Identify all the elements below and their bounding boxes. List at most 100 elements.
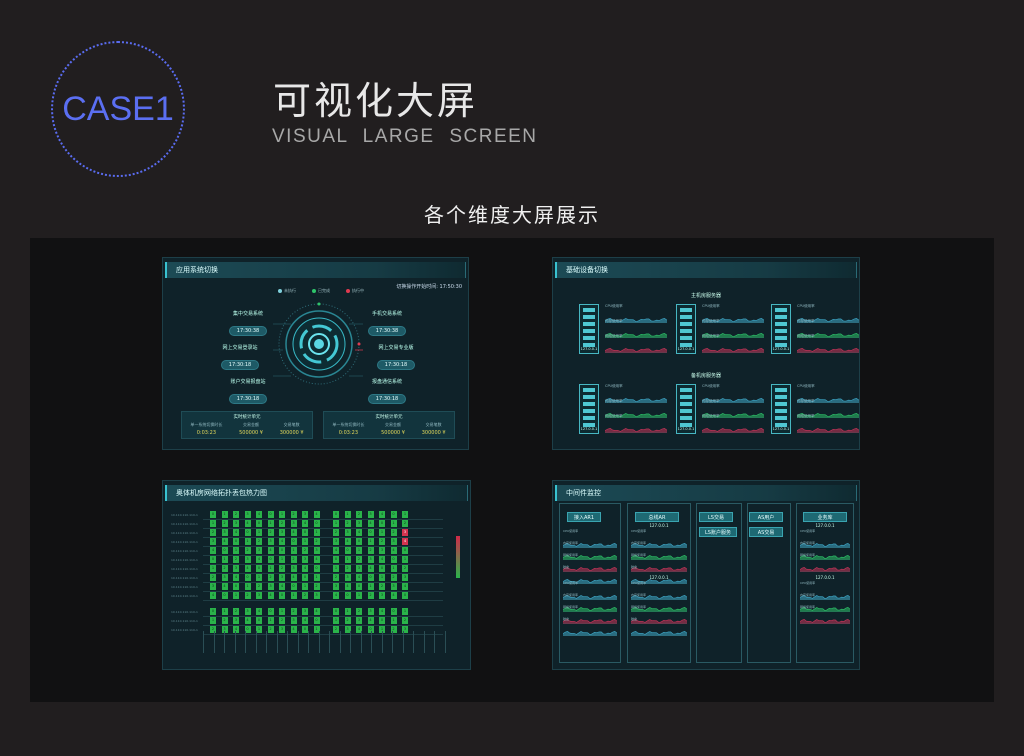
heatmap-cell[interactable]: 0 bbox=[379, 565, 385, 572]
heatmap-cell[interactable]: 3 bbox=[302, 608, 308, 615]
heatmap-cell[interactable]: 0 bbox=[344, 547, 351, 554]
heatmap-cell[interactable]: 0 bbox=[379, 617, 385, 624]
heatmap-cell[interactable]: 1 bbox=[344, 608, 351, 615]
heatmap-cell[interactable]: 4 bbox=[267, 592, 274, 599]
heatmap-cell[interactable]: 3 bbox=[367, 556, 374, 563]
heatmap-cell[interactable]: 3 bbox=[210, 583, 216, 590]
heatmap-cell[interactable]: 4 bbox=[356, 574, 362, 581]
heatmap-cell[interactable]: 1 bbox=[233, 592, 239, 599]
heatmap-cell[interactable]: 1 bbox=[333, 565, 339, 572]
heatmap-cell[interactable]: 3 bbox=[279, 574, 285, 581]
heatmap-cell[interactable]: 2 bbox=[267, 529, 274, 536]
heatmap-cell[interactable]: 3 bbox=[256, 592, 262, 599]
heatmap-cell[interactable]: 2 bbox=[233, 511, 239, 518]
heatmap-cell[interactable]: 2 bbox=[279, 617, 285, 624]
heatmap-cell[interactable]: 0 bbox=[279, 547, 285, 554]
heatmap-cell[interactable]: 0 bbox=[256, 520, 262, 527]
server-rack-icon[interactable]: 127.0.0.1 bbox=[676, 304, 696, 354]
heatmap-cell[interactable]: 1 bbox=[221, 556, 228, 563]
heatmap-cell[interactable]: 0 bbox=[356, 538, 362, 545]
heatmap-cell[interactable]: 4 bbox=[313, 511, 320, 518]
heatmap-cell[interactable]: 2 bbox=[290, 511, 297, 518]
heatmap-cell[interactable]: 2 bbox=[221, 520, 228, 527]
heatmap-cell[interactable]: 0 bbox=[333, 556, 339, 563]
heatmap-cell[interactable]: 2 bbox=[402, 565, 408, 572]
mw-button-ls-trade[interactable]: LS交易 bbox=[699, 512, 733, 522]
heatmap-cell[interactable]: 4 bbox=[390, 592, 397, 599]
heatmap-cell[interactable]: 4 bbox=[244, 520, 251, 527]
heatmap-cell[interactable]: 1 bbox=[267, 565, 274, 572]
heatmap-cell[interactable]: 4 bbox=[233, 529, 239, 536]
heatmap-cell[interactable]: 4 bbox=[256, 608, 262, 615]
heatmap-cell[interactable]: 4 bbox=[344, 538, 351, 545]
heatmap-cell[interactable]: 1 bbox=[379, 529, 385, 536]
heatmap-cell[interactable]: 1 bbox=[210, 617, 216, 624]
heatmap-cell[interactable]: 3 bbox=[333, 583, 339, 590]
heatmap-cell[interactable]: 0 bbox=[210, 608, 216, 615]
heatmap-cell[interactable]: 3 bbox=[221, 574, 228, 581]
heatmap-cell[interactable]: 3 bbox=[356, 565, 362, 572]
heatmap-cell[interactable]: 1 bbox=[344, 556, 351, 563]
heatmap-cell[interactable]: 1 bbox=[221, 608, 228, 615]
mw-button-ls-account[interactable]: LS账户服务 bbox=[699, 527, 737, 537]
heatmap-cell[interactable]: 1 bbox=[210, 520, 216, 527]
heatmap-cell[interactable]: 0 bbox=[210, 556, 216, 563]
heatmap-cell[interactable]: 3 bbox=[233, 617, 239, 624]
heatmap-cell[interactable]: 2 bbox=[267, 626, 274, 633]
server-rack-icon[interactable]: 127.0.0.1 bbox=[676, 384, 696, 434]
heatmap-cell[interactable]: 1 bbox=[256, 574, 262, 581]
heatmap-cell[interactable]: 4 bbox=[302, 520, 308, 527]
heatmap-cell[interactable]: 4 bbox=[313, 608, 320, 615]
heatmap-cell[interactable]: 4 bbox=[333, 547, 339, 554]
heatmap-cell[interactable]: 3 bbox=[344, 574, 351, 581]
heatmap-cell[interactable]: 1 bbox=[244, 583, 251, 590]
heatmap-cell[interactable]: 3 bbox=[356, 520, 362, 527]
heatmap-cell[interactable]: 3 bbox=[290, 617, 297, 624]
heatmap-cell[interactable]: 3 bbox=[379, 592, 385, 599]
heatmap-cell[interactable]: 0 bbox=[221, 547, 228, 554]
heatmap-cell[interactable]: 0 bbox=[302, 529, 308, 536]
heatmap-cell[interactable]: 3 bbox=[367, 608, 374, 615]
heatmap-cell[interactable]: 1 bbox=[344, 511, 351, 518]
heatmap-cell[interactable]: 0 bbox=[313, 520, 320, 527]
heatmap-cell[interactable]: 3 bbox=[344, 529, 351, 536]
heatmap-cell[interactable]: 2 bbox=[302, 547, 308, 554]
heatmap-cell[interactable]: 3 bbox=[402, 574, 408, 581]
heatmap-cell[interactable]: 0 bbox=[390, 608, 397, 615]
heatmap-cell[interactable]: 2 bbox=[402, 617, 408, 624]
heatmap-cell[interactable]: 4 bbox=[279, 538, 285, 545]
server-rack-icon[interactable]: 127.0.0.1 bbox=[771, 304, 791, 354]
heatmap-cell[interactable]: 0 bbox=[233, 538, 239, 545]
heatmap-cell[interactable]: 1 bbox=[367, 538, 374, 545]
heatmap-cell[interactable]: 4 bbox=[279, 583, 285, 590]
heatmap-cell[interactable]: 1 bbox=[333, 617, 339, 624]
heatmap-cell[interactable]: 3 bbox=[233, 520, 239, 527]
heatmap-cell[interactable]: 1 bbox=[256, 529, 262, 536]
heatmap-cell[interactable]: 0 bbox=[267, 608, 274, 615]
heatmap-cell[interactable]: 2 bbox=[333, 574, 339, 581]
heatmap-cell[interactable]: 1 bbox=[279, 556, 285, 563]
heatmap-cell[interactable]: 3 bbox=[367, 511, 374, 518]
heatmap-cell[interactable]: 2 bbox=[290, 608, 297, 615]
heatmap-cell[interactable]: 4 bbox=[356, 529, 362, 536]
heatmap-cell[interactable]: 0 bbox=[313, 617, 320, 624]
heatmap-cell[interactable]: 4 bbox=[402, 583, 408, 590]
mw-button-as-trade[interactable]: AS交易 bbox=[749, 527, 783, 537]
heatmap-cell[interactable]: 0 bbox=[210, 511, 216, 518]
heatmap-cell[interactable]: 3 bbox=[302, 556, 308, 563]
heatmap-cell[interactable]: 3 bbox=[313, 592, 320, 599]
heatmap-cell[interactable]: 2 bbox=[344, 520, 351, 527]
heatmap-cell[interactable]: 3 bbox=[256, 547, 262, 554]
heatmap-cell[interactable]: 3 bbox=[267, 583, 274, 590]
heatmap-cell[interactable]: 0 bbox=[233, 583, 239, 590]
heatmap-cell[interactable]: 2 bbox=[333, 626, 339, 633]
heatmap-cell[interactable]: 2 bbox=[279, 565, 285, 572]
heatmap-cell[interactable]: 4 bbox=[210, 592, 216, 599]
heatmap-cell[interactable]: 0 bbox=[390, 511, 397, 518]
heatmap-cell[interactable]: 1 bbox=[333, 520, 339, 527]
heatmap-cell[interactable]: 2 bbox=[233, 608, 239, 615]
heatmap-cell[interactable]: 4 bbox=[290, 529, 297, 536]
heatmap-cell[interactable]: 4 bbox=[267, 547, 274, 554]
heatmap-cell[interactable]: 3 bbox=[333, 538, 339, 545]
heatmap-cell[interactable]: 1 bbox=[302, 583, 308, 590]
